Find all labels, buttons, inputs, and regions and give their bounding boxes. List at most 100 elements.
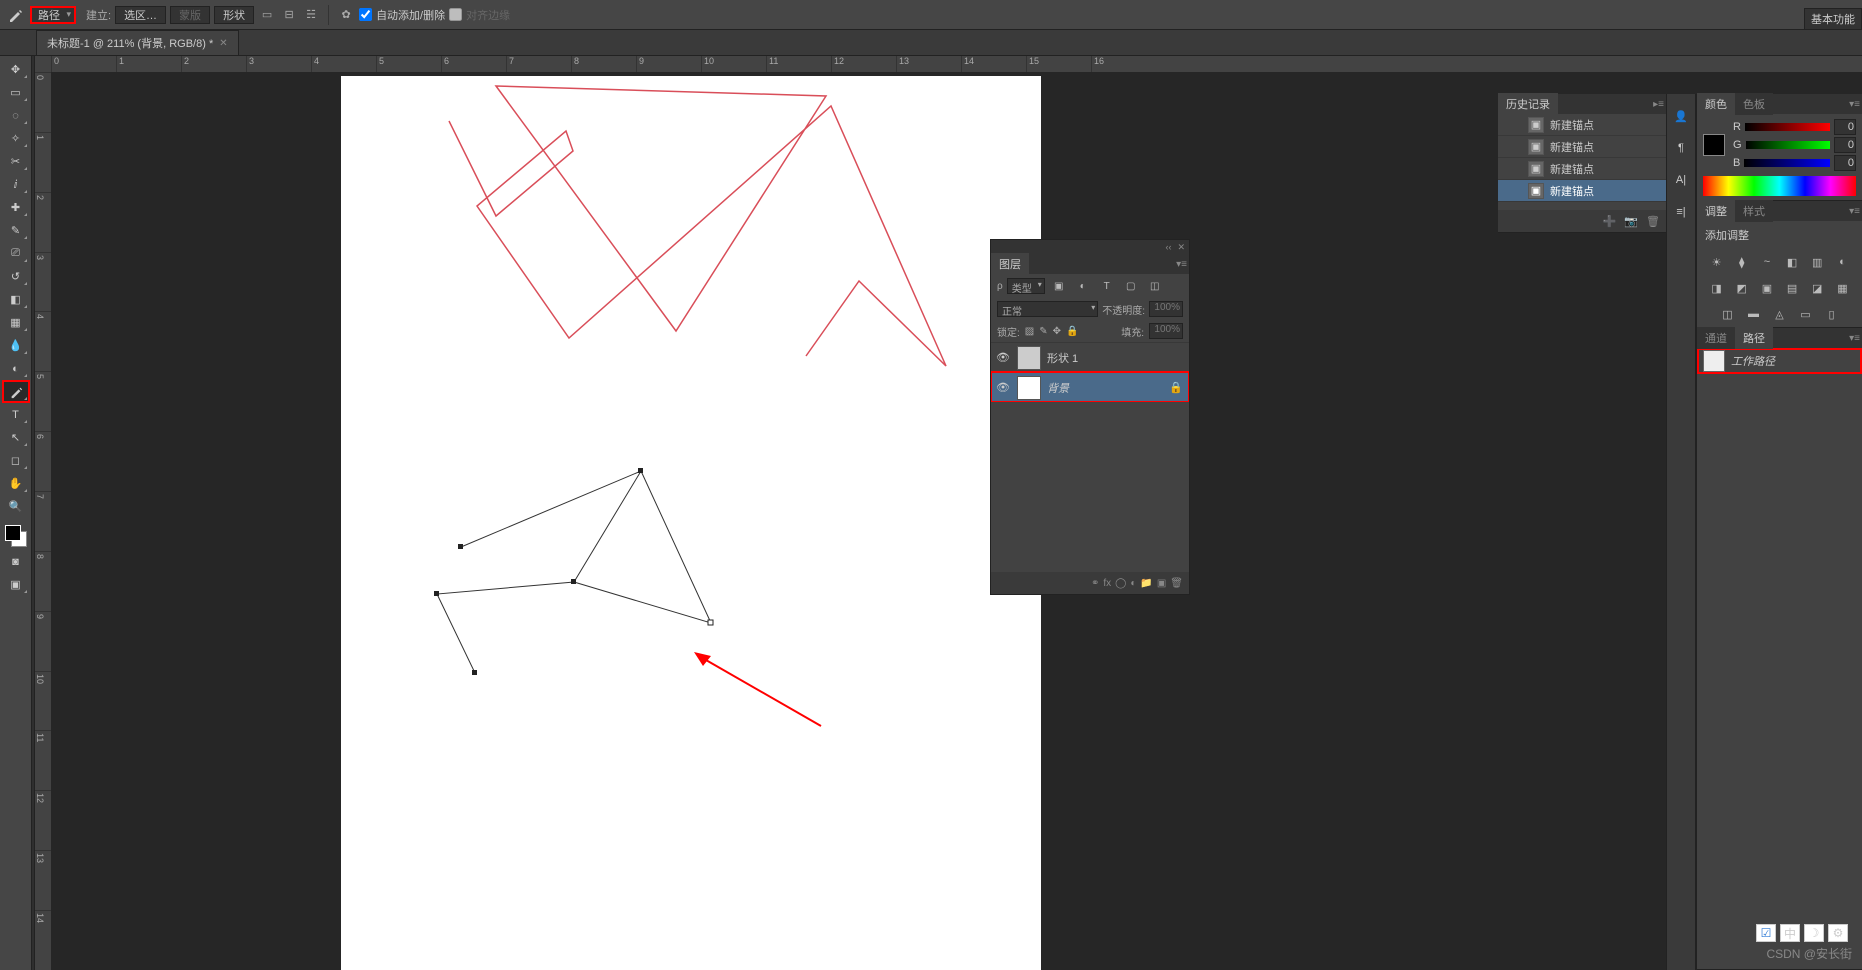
g-slider[interactable] (1746, 141, 1830, 149)
vibrance-icon[interactable]: ▥ (1808, 253, 1827, 271)
quickmask-tool[interactable]: ◙ (3, 551, 29, 572)
shape-tool[interactable]: ◻ (3, 450, 29, 471)
panel-menu-icon[interactable]: ▾≡ (1849, 206, 1860, 217)
trash-icon[interactable]: 🗑 (1170, 578, 1183, 589)
adjustments-tab[interactable]: 调整 (1697, 200, 1735, 222)
path-select-tool[interactable]: ↖ (3, 427, 29, 448)
move-tool[interactable]: ✥ (3, 59, 29, 80)
document-canvas[interactable] (341, 76, 1041, 970)
path-op1-icon[interactable]: ▭ (258, 6, 276, 24)
filter-type-icon[interactable]: T (1097, 277, 1117, 295)
pen-tool[interactable] (3, 381, 29, 402)
adj4-icon[interactable]: ▭ (1796, 305, 1816, 323)
group-icon[interactable]: 📁 (1140, 578, 1152, 589)
invert-icon[interactable]: ◪ (1808, 279, 1827, 297)
history-item[interactable]: ▣新建锚点 (1498, 180, 1666, 202)
blur-tool[interactable]: 💧 (3, 335, 29, 356)
filter-adj-icon[interactable]: ◐ (1073, 277, 1093, 295)
brightness-icon[interactable]: ☀ (1707, 253, 1726, 271)
bw-icon[interactable]: ◨ (1707, 279, 1726, 297)
hand-tool[interactable]: ✋ (3, 473, 29, 494)
filter-pixel-icon[interactable]: ▣ (1049, 277, 1069, 295)
levels-icon[interactable]: ⧫ (1732, 253, 1751, 271)
posterize-icon[interactable]: ▦ (1833, 279, 1852, 297)
history-list[interactable]: ▣新建锚点▣新建锚点▣新建锚点▣新建锚点 (1498, 114, 1666, 210)
fx-icon[interactable]: fx (1103, 578, 1111, 589)
r-input[interactable]: 0 (1834, 119, 1856, 135)
trash-icon[interactable]: 🗑 (1646, 215, 1660, 228)
history-brush-tool[interactable]: ↺ (3, 266, 29, 287)
selection-button[interactable]: 选区… (115, 6, 166, 24)
basic-fn-button[interactable]: 基本功能 (1804, 8, 1862, 30)
swatches-tab[interactable]: 色板 (1735, 93, 1773, 115)
color-swatches[interactable] (3, 523, 29, 549)
filter-shape-icon[interactable]: ▢ (1121, 277, 1141, 295)
layer-item[interactable]: 👁形状 1 (991, 342, 1189, 372)
link-icon[interactable]: ⚭ (1091, 578, 1099, 589)
dodge-tool[interactable]: ◐ (3, 358, 29, 379)
zoom-tool[interactable]: 🔍 (3, 496, 29, 517)
document-tab[interactable]: 未标题-1 @ 211% (背景, RGB/8) * ✕ (36, 30, 239, 55)
lasso-tool[interactable]: ◌ (3, 105, 29, 126)
hue-icon[interactable]: ◐ (1833, 253, 1852, 271)
panel-menu-icon[interactable]: ▸≡ (1653, 99, 1664, 110)
lock-all-icon[interactable]: 🔒 (1066, 326, 1078, 337)
layers-tab[interactable]: 图层 (991, 253, 1029, 275)
eyedropper-tool[interactable]: ⅈ (3, 174, 29, 195)
float-titlebar[interactable]: ‹‹✕ (991, 240, 1189, 254)
mask-icon[interactable]: ◯ (1115, 578, 1126, 589)
exposure-icon[interactable]: ◧ (1783, 253, 1802, 271)
channels-tab[interactable]: 通道 (1697, 327, 1735, 349)
kind-filter[interactable]: 类型 (1007, 278, 1045, 294)
gear-icon[interactable]: ✿ (337, 6, 355, 24)
shape-button[interactable]: 形状 (214, 6, 254, 24)
gradmap-icon[interactable]: ▬ (1744, 305, 1764, 323)
layer-list[interactable]: 👁形状 1👁背景🔒 (991, 342, 1189, 402)
panel-menu-icon[interactable]: ▾≡ (1849, 99, 1860, 110)
current-tool-icon[interactable] (4, 4, 26, 26)
screenmode-tool[interactable]: ▣ (3, 574, 29, 595)
marquee-tool[interactable]: ▭ (3, 82, 29, 103)
lock-pixel-icon[interactable]: ✎ (1039, 326, 1047, 337)
blend-mode-select[interactable]: 正常 (997, 301, 1098, 317)
charstyle-panel-icon[interactable]: A| (1671, 170, 1691, 190)
opacity-input[interactable]: 100% (1149, 301, 1183, 317)
ruler-corner[interactable] (35, 56, 51, 72)
lock-pos-icon[interactable]: ✥ (1053, 326, 1061, 337)
stamp-tool[interactable]: ⎚ (3, 243, 29, 264)
adj5-icon[interactable]: ▯ (1822, 305, 1842, 323)
r-slider[interactable] (1745, 123, 1830, 131)
close-icon[interactable]: ✕ (1177, 242, 1185, 253)
ruler-vertical[interactable]: 01234567891011121314 (35, 72, 51, 970)
history-tab[interactable]: 历史记录 (1498, 93, 1558, 115)
eraser-tool[interactable]: ◧ (3, 289, 29, 310)
panel-menu-icon[interactable]: ▾≡ (1849, 333, 1860, 344)
photofilter-icon[interactable]: ◩ (1732, 279, 1751, 297)
ruler-horizontal[interactable]: 012345678910111213141516 (51, 56, 1862, 72)
filter-smart-icon[interactable]: ◫ (1145, 277, 1165, 295)
layer-item[interactable]: 👁背景🔒 (991, 372, 1189, 402)
history-item[interactable]: ▣新建锚点 (1498, 158, 1666, 180)
color-tab[interactable]: 颜色 (1697, 93, 1735, 115)
history-item[interactable]: ▣新建锚点 (1498, 136, 1666, 158)
fill-input[interactable]: 100% (1149, 323, 1183, 339)
para-panel-icon[interactable]: ¶ (1671, 138, 1691, 158)
rgb-swatch[interactable] (1703, 134, 1725, 156)
wand-tool[interactable]: ✧ (3, 128, 29, 149)
adj-layer-icon[interactable]: ◐ (1130, 578, 1136, 589)
colorlookup-icon[interactable]: ▤ (1783, 279, 1802, 297)
selcolor-icon[interactable]: ◬ (1770, 305, 1790, 323)
auto-add-checkbox[interactable]: 自动添加/删除 (359, 7, 445, 23)
paths-tab[interactable]: 路径 (1735, 327, 1773, 349)
pick-mode-dropdown[interactable]: 路径 (30, 6, 76, 24)
char-panel-icon[interactable]: 👤 (1671, 106, 1691, 126)
new-doc-icon[interactable]: ➕ (1603, 215, 1617, 228)
snapshot-icon[interactable]: 📷 (1624, 215, 1638, 228)
panel-menu-icon[interactable]: ▾≡ (1176, 259, 1187, 270)
history-item[interactable]: ▣新建锚点 (1498, 114, 1666, 136)
styles-tab[interactable]: 样式 (1735, 200, 1773, 222)
brush-tool[interactable]: ✎ (3, 220, 29, 241)
b-slider[interactable] (1744, 159, 1830, 167)
channelmixer-icon[interactable]: ▣ (1757, 279, 1776, 297)
curves-icon[interactable]: ~ (1757, 253, 1776, 271)
